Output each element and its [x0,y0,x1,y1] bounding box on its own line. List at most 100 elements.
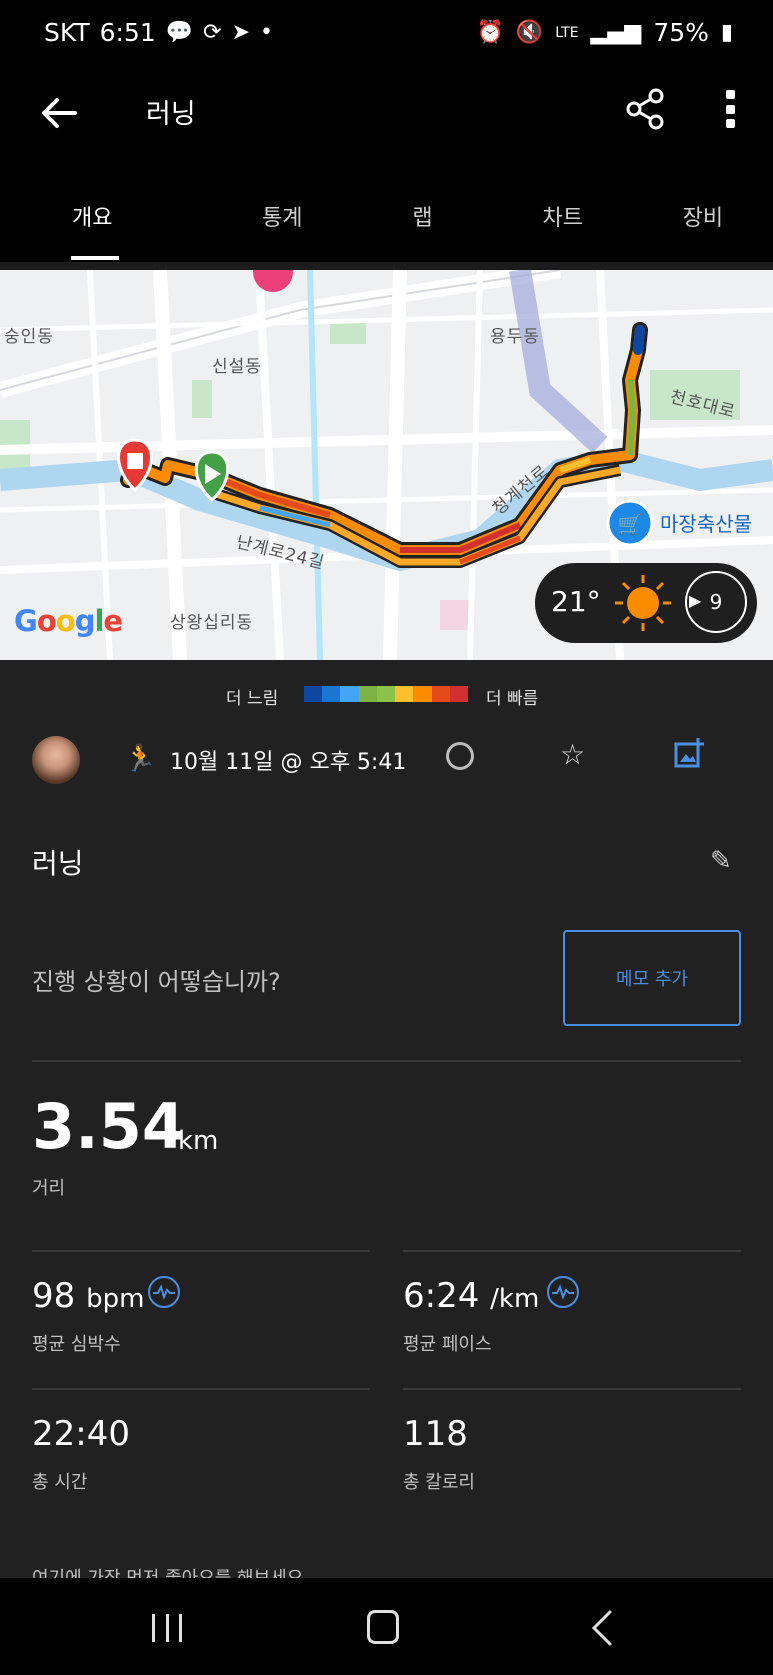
recent-bar-icon [165,1614,169,1642]
signal-icon: ▂▄▆ [590,20,642,45]
more-options-button[interactable] [712,86,748,132]
clock: 6:51 [99,18,156,47]
workout-title: 러닝 [32,847,84,880]
status-right: ⏰ 🔇 LTE ▂▄▆ 75% ▮ [476,18,733,47]
edit-pencil-icon[interactable]: ✎ [710,846,732,876]
legend-swatch [358,686,377,702]
more-dot-icon [725,119,735,128]
wind-speed: 9 [709,590,723,614]
weather-temperature: 21° [551,585,601,618]
stat-divider [403,1388,741,1390]
calories-label: 총 칼로리 [403,1472,475,1493]
recent-bar-icon [179,1614,182,1642]
tab-laps[interactable]: 랩 [352,178,492,262]
stat-divider [32,1388,370,1390]
stat-divider [32,1250,370,1252]
back-button[interactable] [34,88,84,138]
stat-divider [403,1250,741,1252]
app-bar: 러닝 [0,68,773,178]
calories-value: 118 [403,1414,468,1454]
wind-indicator: ▶ 9 [685,571,747,633]
pace-monitor-icon[interactable] [547,1276,579,1308]
arrow-back-icon [42,98,77,128]
star-icon[interactable]: ☆ [560,738,585,771]
legend-fast-label: 더 빠름 [486,689,539,709]
sun-icon [615,575,671,631]
map-label-yongdu: 용두동 [490,327,540,347]
heart-rate-monitor-icon[interactable] [148,1276,180,1308]
talk-icon: 💬 [165,20,194,45]
share-icon [626,88,664,130]
distance-label: 거리 [32,1178,66,1199]
legend-swatch [413,686,432,702]
globe-icon[interactable] [446,742,474,770]
distance-value: 3.54 [32,1090,185,1163]
sync-icon: ⟳ [203,20,222,45]
map-label-seungin: 숭인동 [4,327,54,347]
pace-value-row: 6:24 /km [403,1276,539,1316]
map-label-shop: 마장축산물 [660,512,752,536]
recent-bar-icon [152,1614,155,1642]
heart-rate-unit: bpm [86,1284,145,1314]
tab-equipment[interactable]: 장비 [633,178,773,262]
system-nav-bar [0,1578,773,1675]
duration-label: 총 시간 [32,1472,88,1493]
distance-unit: km [178,1126,219,1156]
svg-text:🛒: 🛒 [618,512,643,536]
share-button[interactable] [622,86,668,132]
legend-swatch [449,686,468,702]
pace-legend: 더 느림 더 빠름 [0,672,773,709]
battery-level: 75% [653,18,709,47]
legend-swatch [431,686,450,702]
network-type: LTE [555,24,579,41]
tab-divider [0,262,773,270]
workout-info-row: 🏃 10월 11일 @ 오후 5:41 ☆ [0,730,773,800]
google-logo: Google [14,604,123,638]
legend-slow-label: 더 느림 [226,689,279,709]
more-dot-icon [725,90,735,99]
tab-stats[interactable]: 통계 [212,178,352,262]
add-photo-icon[interactable] [674,738,704,768]
more-dot-icon [725,104,735,114]
alarm-icon: ⏰ [476,20,504,45]
legend-swatch [376,686,396,702]
avatar[interactable] [32,736,80,784]
legend-swatch [395,686,414,702]
pace-unit: /km [490,1284,540,1314]
battery-icon: ▮ [720,20,733,45]
shop-poi-icon: 🛒 [606,499,654,547]
map-label-sangwang: 상왕십리동 [170,613,254,633]
home-button[interactable] [367,1610,399,1644]
recent-apps-button[interactable] [152,1614,182,1642]
heart-rate-value: 98 [32,1276,76,1316]
nav-back-icon[interactable] [584,1608,620,1648]
legend-color-bar [304,686,468,702]
weather-pill: 21° ▶ 9 [535,563,757,643]
add-memo-button[interactable]: 메모 추가 [563,930,741,1026]
section-divider [32,1060,741,1062]
tab-overview[interactable]: 개요 [0,178,212,262]
workout-summary: 더 느림 더 빠름 🏃 10월 11일 @ 오후 5:41 ☆ 러닝 ✎ 진행 … [0,660,773,1578]
carrier-label: SKT [44,18,90,47]
status-left: SKT 6:51 💬 ⟳ ➤ • [44,18,273,47]
mute-icon: 🔇 [515,20,544,45]
progress-prompt: 진행 상황이 어떻습니까? [32,968,281,996]
dot-icon: • [260,20,273,45]
workout-date: 10월 11일 @ 오후 5:41 [170,750,407,775]
heart-rate-value-row: 98 bpm [32,1276,144,1316]
wind-arrow-icon: ▶ [689,591,702,610]
duration-value: 22:40 [32,1414,130,1454]
tab-charts[interactable]: 차트 [493,178,633,262]
legend-swatch [322,686,341,702]
first-like-prompt: 여기에 가장 먼저 좋아요를 해보세요 [32,1564,303,1578]
legend-swatch [340,686,359,702]
pace-label: 평균 페이스 [403,1334,492,1355]
map-label-sinseol: 신설동 [212,357,262,377]
navigation-icon: ➤ [231,20,251,45]
heart-rate-label: 평균 심박수 [32,1334,121,1355]
pace-value: 6:24 [403,1276,480,1316]
legend-swatch [304,686,323,702]
page-title: 러닝 [146,99,196,130]
route-map[interactable]: 🛒 숭인동 신설동 용두동 천호대로 상왕십리동 청계천로 난계로24길 마장축… [0,270,773,660]
running-icon: 🏃 [124,744,157,774]
